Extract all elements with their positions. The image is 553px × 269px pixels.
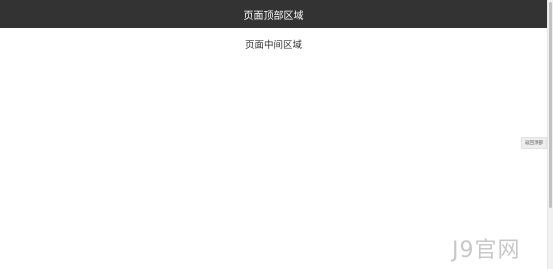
back-to-top-label: 返回顶部 [525, 141, 543, 146]
back-to-top-button[interactable]: 返回顶部 [521, 137, 547, 149]
middle-region-label: 页面中间区域 [244, 40, 302, 51]
page-top-region: 页面顶部区域 [0, 0, 547, 28]
page-viewport: 页面顶部区域 页面中间区域 返回顶部 J9官网 [0, 0, 553, 269]
watermark-logo: J9官网 [452, 238, 521, 263]
top-region-label: 页面顶部区域 [243, 10, 304, 22]
vertical-scrollbar[interactable] [547, 0, 553, 269]
scrollbar-thumb[interactable] [549, 2, 552, 208]
